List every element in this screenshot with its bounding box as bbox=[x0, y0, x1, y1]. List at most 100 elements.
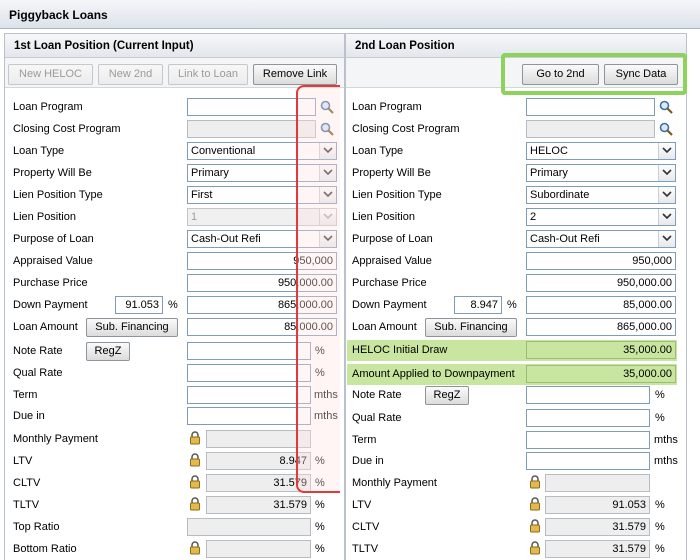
label-appraised-value: Appraised Value bbox=[13, 255, 93, 267]
label-down-payment: Down Payment bbox=[13, 299, 88, 311]
label-purpose-of-loan-2nd: Purpose of Loan bbox=[352, 233, 433, 245]
label-term: Term bbox=[13, 389, 38, 401]
first-loan-toolbar: New HELOC New 2nd Link to Loan Remove Li… bbox=[5, 58, 344, 88]
sub-financing-2nd-button[interactable]: Sub. Financing bbox=[425, 318, 517, 337]
lock-icon[interactable] bbox=[188, 541, 202, 555]
amount-applied-input[interactable]: 35,000.00 bbox=[526, 365, 676, 383]
lock-icon[interactable] bbox=[528, 497, 542, 511]
label-monthly-payment-2nd: Monthly Payment bbox=[352, 477, 437, 489]
new-2nd-button[interactable]: New 2nd bbox=[98, 64, 163, 85]
go-to-sync-callout bbox=[501, 53, 687, 95]
purchase-price-2nd-input[interactable]: 950,000.00 bbox=[526, 274, 676, 292]
label-qual-rate-2nd: Qual Rate bbox=[352, 412, 402, 424]
link-to-loan-button[interactable]: Link to Loan bbox=[168, 64, 248, 85]
label-qual-rate: Qual Rate bbox=[13, 367, 63, 379]
down-payment-percent-2nd-input[interactable]: 8.947 bbox=[454, 296, 502, 314]
label-tltv: TLTV bbox=[13, 499, 40, 511]
percent-unit: % bbox=[655, 499, 665, 511]
new-heloc-button[interactable]: New HELOC bbox=[8, 64, 93, 85]
purpose-of-loan-2nd-select[interactable]: Cash-Out Refi bbox=[526, 230, 676, 248]
search-icon[interactable] bbox=[659, 122, 673, 136]
term-input[interactable] bbox=[187, 386, 311, 404]
label-loan-program: Loan Program bbox=[13, 101, 83, 113]
label-ltv: LTV bbox=[13, 455, 33, 467]
label-closing-cost-program-2nd: Closing Cost Program bbox=[352, 123, 460, 135]
ltv-2nd-input: 91.053 bbox=[545, 496, 650, 514]
percent-unit: % bbox=[655, 389, 665, 401]
label-due-in: Due in bbox=[13, 410, 45, 422]
lock-icon[interactable] bbox=[188, 431, 202, 445]
top-ratio-input bbox=[187, 518, 311, 536]
percent-unit: % bbox=[655, 521, 665, 533]
label-monthly-payment: Monthly Payment bbox=[13, 433, 98, 445]
closing-cost-program-2nd-input[interactable] bbox=[526, 120, 655, 138]
label-note-rate: Note Rate bbox=[13, 345, 63, 357]
label-lien-position: Lien Position bbox=[13, 211, 76, 223]
percent-unit: % bbox=[315, 499, 325, 511]
chevron-down-icon[interactable] bbox=[658, 231, 675, 247]
appraised-value-2nd-input[interactable]: 950,000 bbox=[526, 252, 676, 270]
label-tltv-2nd: TLTV bbox=[352, 543, 379, 555]
months-unit: mths bbox=[654, 434, 678, 446]
label-amount-applied-to-downpayment: Amount Applied to Downpayment bbox=[352, 368, 515, 380]
down-payment-percent-input[interactable]: 91.053 bbox=[115, 296, 163, 314]
lien-position-2nd-select[interactable]: 2 bbox=[526, 208, 676, 226]
search-icon[interactable] bbox=[659, 100, 673, 114]
lock-icon[interactable] bbox=[528, 519, 542, 533]
due-in-2nd-input[interactable] bbox=[526, 452, 650, 470]
cltv-2nd-input: 31.579 bbox=[545, 518, 650, 536]
label-due-in-2nd: Due in bbox=[352, 455, 384, 467]
label-heloc-initial-draw: HELOC Initial Draw bbox=[352, 344, 448, 356]
tltv-2nd-input: 31.579 bbox=[545, 540, 650, 558]
term-2nd-input[interactable] bbox=[526, 431, 650, 449]
percent-unit: % bbox=[315, 521, 325, 533]
label-purchase-price-2nd: Purchase Price bbox=[352, 277, 427, 289]
lien-position-type-value: First bbox=[191, 189, 213, 201]
label-cltv-2nd: CLTV bbox=[352, 521, 380, 533]
loan-amount-2nd-input[interactable]: 865,000.00 bbox=[526, 318, 676, 336]
lien-position-type-2nd-value: Subordinate bbox=[530, 189, 590, 201]
chevron-down-icon[interactable] bbox=[658, 209, 675, 225]
lock-icon[interactable] bbox=[188, 453, 202, 467]
percent-unit: % bbox=[655, 543, 665, 555]
heloc-initial-draw-input[interactable]: 35,000.00 bbox=[526, 341, 676, 359]
label-cltv: CLTV bbox=[13, 477, 41, 489]
sub-financing-button[interactable]: Sub. Financing bbox=[86, 318, 178, 337]
label-down-payment-2nd: Down Payment bbox=[352, 299, 427, 311]
label-loan-type-2nd: Loan Type bbox=[352, 145, 404, 157]
lien-position-type-2nd-select[interactable]: Subordinate bbox=[526, 186, 676, 204]
first-loan-heading: 1st Loan Position (Current Input) bbox=[5, 34, 344, 58]
label-lien-position-type: Lien Position Type bbox=[13, 189, 103, 201]
qual-rate-2nd-input[interactable] bbox=[526, 409, 650, 427]
months-unit: mths bbox=[654, 455, 678, 467]
lock-icon[interactable] bbox=[188, 475, 202, 489]
remove-link-button[interactable]: Remove Link bbox=[253, 64, 337, 85]
property-will-be-2nd-select[interactable]: Primary bbox=[526, 164, 676, 182]
note-rate-2nd-input[interactable] bbox=[526, 386, 650, 404]
label-loan-type: Loan Type bbox=[13, 145, 65, 157]
due-in-input[interactable] bbox=[187, 407, 311, 425]
lock-icon[interactable] bbox=[188, 497, 202, 511]
percent-unit: % bbox=[168, 299, 178, 311]
monthly-payment-2nd-input bbox=[545, 474, 650, 492]
qual-rate-input[interactable] bbox=[187, 364, 311, 382]
chevron-down-icon[interactable] bbox=[658, 187, 675, 203]
loan-program-2nd-input[interactable] bbox=[526, 98, 655, 116]
loan-type-value: Conventional bbox=[191, 145, 256, 157]
chevron-down-icon[interactable] bbox=[658, 165, 675, 181]
note-rate-input[interactable] bbox=[187, 342, 311, 360]
regz-2nd-button[interactable]: RegZ bbox=[425, 386, 469, 405]
lien-position-value: 1 bbox=[191, 211, 198, 223]
linked-fields-callout bbox=[296, 85, 340, 493]
label-property-will-be: Property Will Be bbox=[13, 167, 92, 179]
lock-icon[interactable] bbox=[528, 475, 542, 489]
down-payment-2nd-input[interactable]: 85,000.00 bbox=[526, 296, 676, 314]
label-ltv-2nd: LTV bbox=[352, 499, 372, 511]
label-top-ratio: Top Ratio bbox=[13, 521, 60, 533]
lock-icon[interactable] bbox=[528, 541, 542, 555]
label-bottom-ratio: Bottom Ratio bbox=[13, 543, 77, 555]
loan-type-2nd-select[interactable]: HELOC bbox=[526, 142, 676, 160]
chevron-down-icon[interactable] bbox=[658, 143, 675, 159]
property-will-be-2nd-value: Primary bbox=[530, 167, 568, 179]
regz-button[interactable]: RegZ bbox=[86, 342, 130, 361]
